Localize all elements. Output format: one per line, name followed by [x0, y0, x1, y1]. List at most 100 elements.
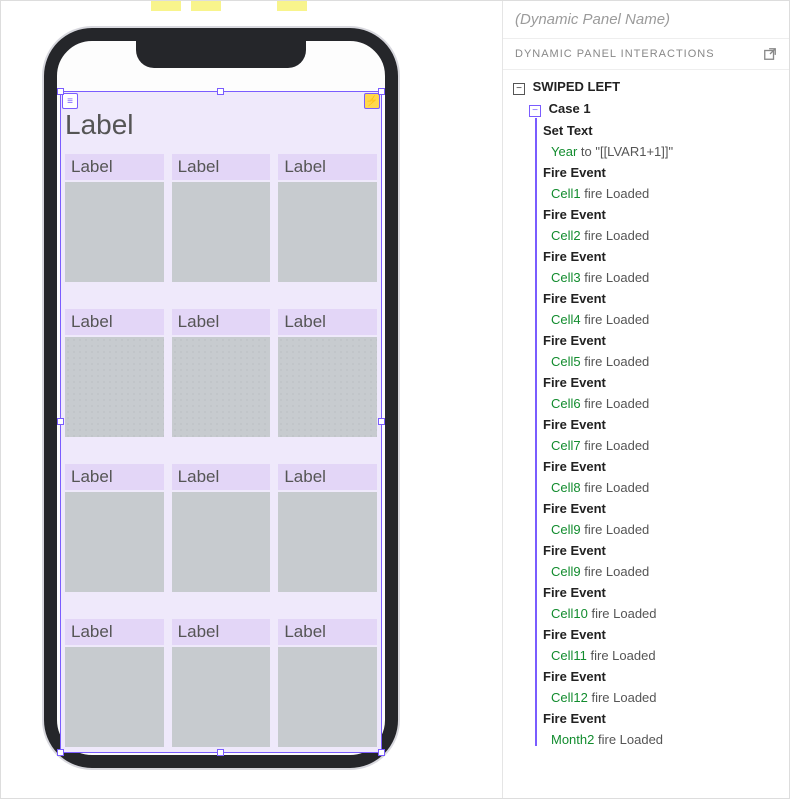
cell-label: Label — [65, 464, 164, 490]
action-detail[interactable]: Cell9 fire Loaded — [507, 561, 785, 582]
action-row[interactable]: Fire Event — [507, 456, 785, 477]
action-title: Fire Event — [543, 291, 785, 306]
action-detail[interactable]: Cell3 fire Loaded — [507, 267, 785, 288]
title-label[interactable]: Label — [65, 109, 134, 141]
action-row[interactable]: Fire Event — [507, 204, 785, 225]
cell-placeholder — [65, 492, 164, 592]
action-detail[interactable]: Cell12 fire Loaded — [507, 687, 785, 708]
cell[interactable]: Label — [172, 464, 271, 609]
resize-handle[interactable] — [378, 749, 385, 756]
action-row[interactable]: Fire Event — [507, 624, 785, 645]
action-rest: fire Loaded — [581, 270, 650, 285]
action-title: Fire Event — [543, 711, 785, 726]
states-icon[interactable]: ≡ — [62, 93, 78, 109]
interactions-header: DYNAMIC PANEL INTERACTIONS — [503, 39, 789, 70]
action-row[interactable]: Fire Event — [507, 162, 785, 183]
cell[interactable]: Label — [278, 154, 377, 299]
sticky-note[interactable] — [151, 1, 181, 11]
action-row[interactable]: Fire Event — [507, 330, 785, 351]
action-detail[interactable]: Cell8 fire Loaded — [507, 477, 785, 498]
collapse-icon[interactable]: − — [529, 105, 541, 117]
cell-placeholder — [278, 647, 377, 747]
action-detail[interactable]: Cell6 fire Loaded — [507, 393, 785, 414]
action-target: Cell1 — [551, 186, 581, 201]
case-row[interactable]: − Case 1 — [507, 98, 785, 120]
action-target: Cell6 — [551, 396, 581, 411]
action-row[interactable]: Fire Event — [507, 246, 785, 267]
action-rest: fire Loaded — [588, 606, 657, 621]
collapse-icon[interactable]: − — [513, 83, 525, 95]
resize-handle[interactable] — [378, 418, 385, 425]
action-detail[interactable]: Year to "[[LVAR1+1]]" — [507, 141, 785, 162]
resize-handle[interactable] — [57, 749, 64, 756]
cell[interactable]: Label — [278, 619, 377, 764]
action-row[interactable]: Fire Event — [507, 414, 785, 435]
popout-icon[interactable] — [763, 47, 777, 61]
action-target: Cell9 — [551, 564, 581, 579]
interactions-badge-icon[interactable]: ⚡ — [364, 93, 380, 109]
resize-handle[interactable] — [378, 88, 385, 95]
cell[interactable]: Label — [172, 309, 271, 454]
action-row[interactable]: Fire Event — [507, 372, 785, 393]
action-title: Fire Event — [543, 207, 785, 222]
interactions-panel: (Dynamic Panel Name) DYNAMIC PANEL INTER… — [503, 1, 789, 798]
sticky-note[interactable] — [277, 1, 307, 11]
interactions-header-label: DYNAMIC PANEL INTERACTIONS — [515, 48, 715, 60]
action-row[interactable]: Set Text — [507, 120, 785, 141]
action-rest: fire Loaded — [581, 438, 650, 453]
canvas[interactable]: ≡ ⚡ Label Label Lab — [1, 1, 503, 798]
action-rest: fire Loaded — [581, 522, 650, 537]
action-rest: fire Loaded — [581, 564, 650, 579]
action-detail[interactable]: Cell10 fire Loaded — [507, 603, 785, 624]
action-detail[interactable]: Cell1 fire Loaded — [507, 183, 785, 204]
action-row[interactable]: Fire Event — [507, 498, 785, 519]
cell[interactable]: Label — [65, 619, 164, 764]
cell[interactable]: Label — [278, 309, 377, 454]
action-title: Fire Event — [543, 375, 785, 390]
cell-label: Label — [65, 309, 164, 335]
action-title: Fire Event — [543, 249, 785, 264]
action-detail[interactable]: Cell11 fire Loaded — [507, 645, 785, 666]
action-detail[interactable]: Cell5 fire Loaded — [507, 351, 785, 372]
cell[interactable]: Label — [172, 154, 271, 299]
cell-label: Label — [278, 464, 377, 490]
device-frame: ≡ ⚡ Label Label Lab — [44, 28, 398, 768]
action-target: Cell5 — [551, 354, 581, 369]
action-detail[interactable]: Cell9 fire Loaded — [507, 519, 785, 540]
dynamic-panel-selection[interactable]: ≡ ⚡ Label Label Lab — [60, 91, 382, 753]
cell-label: Label — [65, 619, 164, 645]
action-detail[interactable]: Cell2 fire Loaded — [507, 225, 785, 246]
resize-handle[interactable] — [57, 88, 64, 95]
action-row[interactable]: Fire Event — [507, 708, 785, 729]
sticky-note[interactable] — [191, 1, 221, 11]
action-row[interactable]: Fire Event — [507, 540, 785, 561]
cell[interactable]: Label — [172, 619, 271, 764]
action-target: Cell11 — [551, 648, 587, 663]
action-title: Fire Event — [543, 627, 785, 642]
action-target: Cell4 — [551, 312, 581, 327]
resize-handle[interactable] — [217, 88, 224, 95]
action-target: Cell8 — [551, 480, 581, 495]
cell[interactable]: Label — [65, 464, 164, 609]
cells-grid: Label Label Label Label — [65, 154, 377, 764]
cell[interactable]: Label — [65, 309, 164, 454]
resize-handle[interactable] — [57, 418, 64, 425]
action-row[interactable]: Fire Event — [507, 288, 785, 309]
action-detail[interactable]: Cell7 fire Loaded — [507, 435, 785, 456]
cell-label: Label — [65, 154, 164, 180]
event-row[interactable]: − SWIPED LEFT — [507, 76, 785, 98]
panel-name-field[interactable]: (Dynamic Panel Name) — [503, 1, 789, 39]
action-rest: fire Loaded — [581, 354, 650, 369]
case-guideline — [535, 118, 537, 746]
action-detail[interactable]: Cell4 fire Loaded — [507, 309, 785, 330]
action-title: Fire Event — [543, 417, 785, 432]
action-detail[interactable]: Month2 fire Loaded — [507, 729, 785, 750]
cell-label: Label — [172, 464, 271, 490]
interactions-tree[interactable]: − SWIPED LEFT − Case 1 Set TextYear to "… — [503, 70, 789, 798]
action-row[interactable]: Fire Event — [507, 582, 785, 603]
cell[interactable]: Label — [65, 154, 164, 299]
action-target: Cell2 — [551, 228, 581, 243]
action-row[interactable]: Fire Event — [507, 666, 785, 687]
action-rest: fire Loaded — [581, 480, 650, 495]
cell[interactable]: Label — [278, 464, 377, 609]
